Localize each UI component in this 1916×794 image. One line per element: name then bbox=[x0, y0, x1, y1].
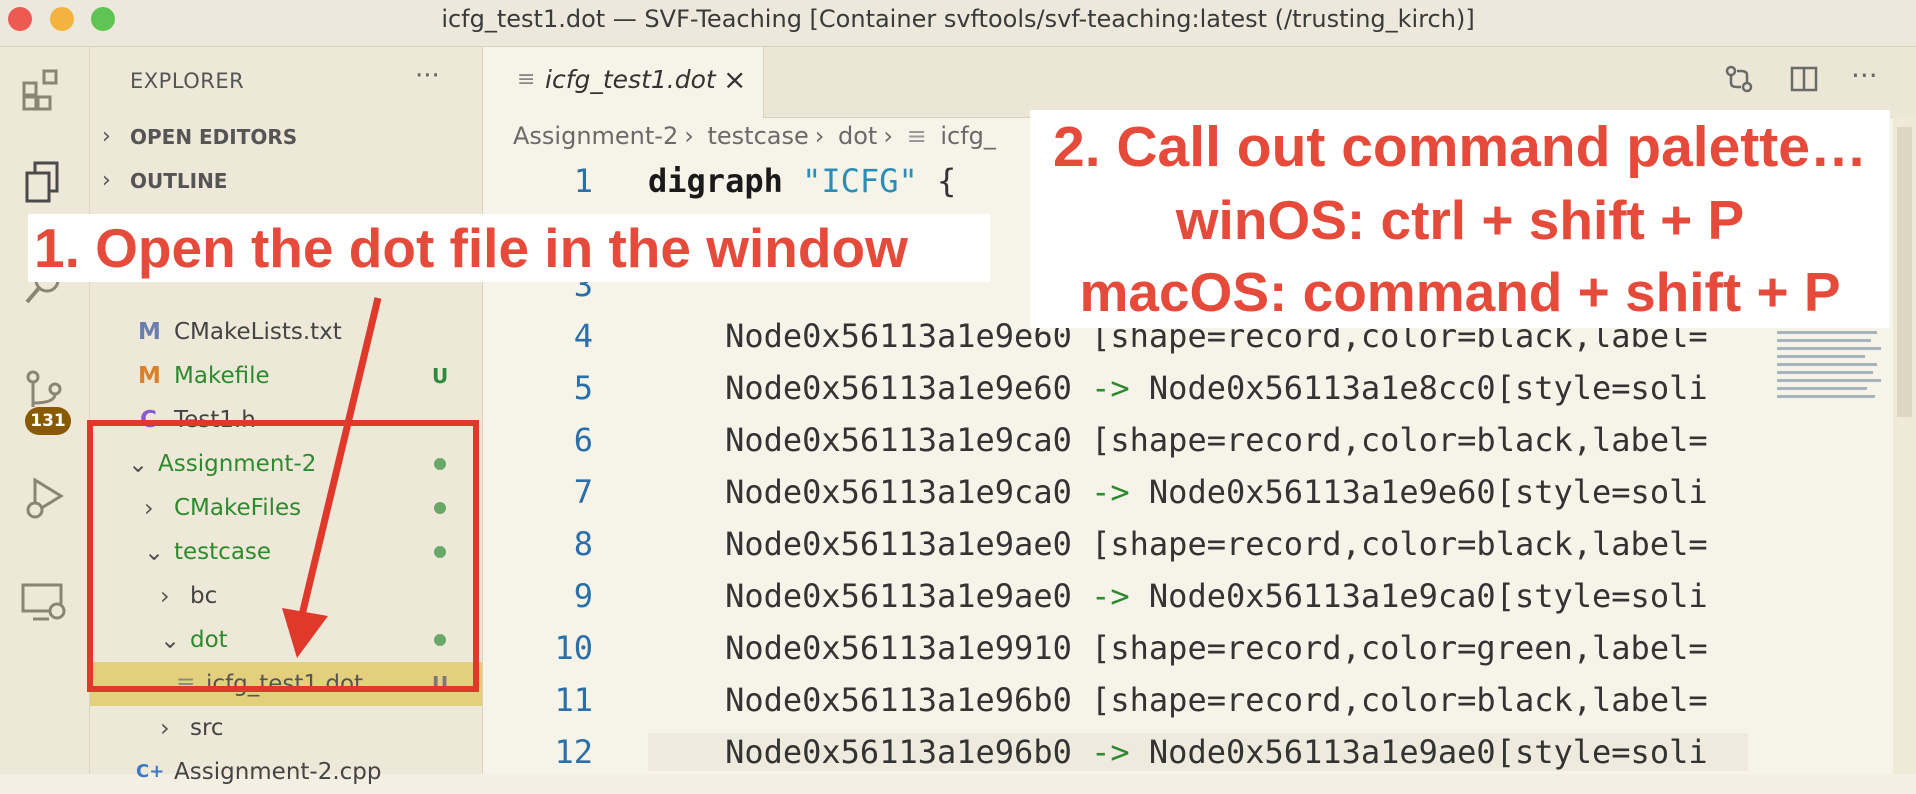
section-open-editors[interactable]: › OPEN EDITORS bbox=[90, 117, 482, 157]
chevron-right-icon: › bbox=[102, 124, 111, 149]
line-number: 1 bbox=[573, 162, 593, 200]
close-icon[interactable]: × bbox=[723, 63, 746, 96]
step2-title: 2. Call out command palette… bbox=[1053, 115, 1867, 179]
text-file-icon: ≡ bbox=[517, 67, 536, 92]
open-changes-icon[interactable] bbox=[1723, 63, 1755, 102]
chevron-right-icon: › bbox=[102, 168, 111, 193]
tree-item-src[interactable]: › src bbox=[90, 706, 482, 750]
title-bar: icfg_test1.dot — SVF-Teaching [Container… bbox=[0, 0, 1916, 47]
vertical-scrollbar[interactable] bbox=[1893, 117, 1916, 774]
section-outline[interactable]: › OUTLINE bbox=[90, 161, 482, 201]
step1-callout: 1. Open the dot file in the window bbox=[28, 214, 990, 282]
highlight-box bbox=[87, 420, 479, 692]
cmake-file-icon: M bbox=[138, 319, 161, 345]
tree-item-makefile[interactable]: M Makefile U bbox=[90, 354, 482, 398]
step2-windows: winOS: ctrl + shift + P bbox=[1175, 189, 1745, 251]
remote-explorer-icon[interactable] bbox=[14, 577, 74, 637]
makefile-icon: M bbox=[138, 363, 161, 389]
breadcrumb-item[interactable]: testcase bbox=[707, 122, 808, 150]
activity-bar: 131 bbox=[0, 47, 90, 774]
code-line: Node0x56113a1e9e60 -> Node0x56113a1e8cc0… bbox=[648, 369, 1708, 407]
line-number: 5 bbox=[573, 369, 593, 407]
code-line-current: Node0x56113a1e96b0 -> Node0x56113a1e9ae0… bbox=[648, 733, 1748, 771]
window-title: icfg_test1.dot — SVF-Teaching [Container… bbox=[441, 5, 1475, 33]
code-line: digraph "ICFG" { bbox=[648, 162, 957, 200]
tree-item-cmakelists[interactable]: M CMakeLists.txt bbox=[90, 310, 482, 354]
scrollbar-thumb[interactable] bbox=[1897, 127, 1912, 417]
line-number: 12 bbox=[554, 733, 593, 771]
untracked-status: U bbox=[432, 364, 449, 388]
line-number: 6 bbox=[573, 421, 593, 459]
tab-icfg-test1-dot[interactable]: ≡ icfg_test1.dot × bbox=[483, 47, 764, 118]
line-number: 8 bbox=[573, 525, 593, 563]
more-actions-icon[interactable]: ··· bbox=[415, 61, 440, 91]
code-line: Node0x56113a1e9ae0 -> Node0x56113a1e9ca0… bbox=[648, 577, 1708, 615]
step2-mac: macOS: command + shift + P bbox=[1079, 261, 1841, 323]
source-control-badge: 131 bbox=[25, 407, 71, 435]
code-line: Node0x56113a1e9ca0 -> Node0x56113a1e9e60… bbox=[648, 473, 1708, 511]
tab-bar: ≡ icfg_test1.dot × ··· bbox=[483, 47, 1916, 118]
line-number: 7 bbox=[573, 473, 593, 511]
tree-item-label: CMakeLists.txt bbox=[174, 319, 342, 345]
split-editor-icon[interactable] bbox=[1788, 63, 1820, 102]
chevron-right-icon: › bbox=[160, 714, 170, 742]
cpp-file-icon: C+ bbox=[136, 761, 165, 782]
code-line: Node0x56113a1e9910 [shape=record,color=g… bbox=[648, 629, 1708, 667]
tree-item-label: Makefile bbox=[174, 363, 270, 389]
explorer-title: EXPLORER bbox=[130, 69, 245, 93]
breadcrumb: Assignment-2 › testcase › dot › ≡ icfg_ bbox=[513, 122, 996, 150]
explorer-icon[interactable] bbox=[14, 157, 74, 217]
breadcrumb-item[interactable]: icfg_ bbox=[940, 122, 996, 150]
line-number: 11 bbox=[554, 681, 593, 719]
run-debug-icon[interactable] bbox=[14, 472, 74, 532]
code-line: Node0x56113a1e96b0 [shape=record,color=b… bbox=[648, 681, 1708, 719]
more-actions-icon[interactable]: ··· bbox=[1851, 59, 1878, 92]
extensions-icon[interactable] bbox=[14, 63, 74, 123]
line-number: 9 bbox=[573, 577, 593, 615]
tab-label: icfg_test1.dot bbox=[545, 65, 716, 94]
tree-item-label: src bbox=[190, 715, 224, 741]
code-line: Node0x56113a1e9ae0 [shape=record,color=b… bbox=[648, 525, 1708, 563]
step2-callout: 2. Call out command palette… winOS: ctrl… bbox=[1030, 110, 1890, 328]
line-number: 10 bbox=[554, 629, 593, 667]
section-label: OUTLINE bbox=[130, 169, 228, 193]
breadcrumb-item[interactable]: Assignment-2 bbox=[513, 122, 678, 150]
line-number: 4 bbox=[573, 317, 593, 355]
section-label: OPEN EDITORS bbox=[130, 125, 298, 149]
code-line: Node0x56113a1e9ca0 [shape=record,color=b… bbox=[648, 421, 1708, 459]
tree-item-assignment-2-cpp[interactable]: C+ Assignment-2.cpp bbox=[90, 750, 482, 794]
minimap[interactable] bbox=[1777, 327, 1887, 417]
breadcrumb-item[interactable]: dot bbox=[838, 122, 877, 150]
tree-item-label: Assignment-2.cpp bbox=[174, 759, 382, 785]
